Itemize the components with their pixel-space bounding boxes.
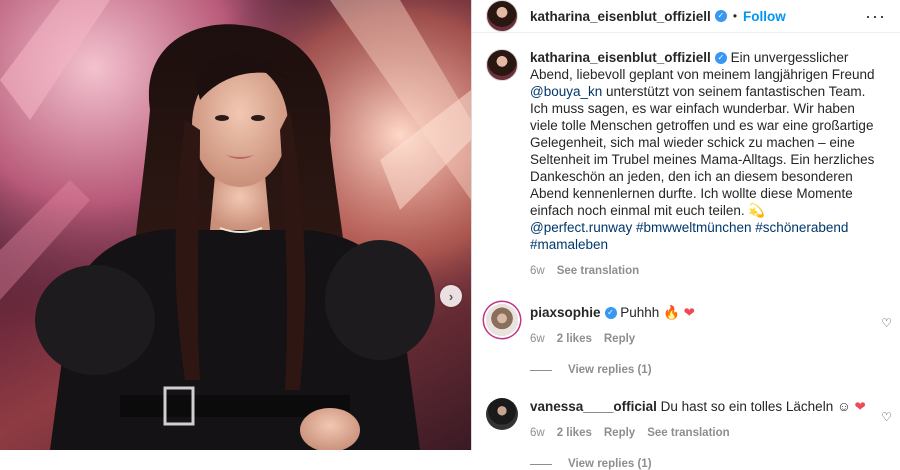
comment-likes[interactable]: 2 likes: [557, 425, 592, 442]
comment-row: piaxsophie ✓ Puhhh 🔥 ❤ 6w 2 likes Reply: [486, 304, 886, 348]
comment-item: ♡ piaxsophie ✓ Puhhh 🔥 ❤ 6w 2 likes Reply…: [472, 304, 900, 376]
caption-section: katharina_eisenblut_offiziell ✓ Ein unver…: [472, 33, 900, 280]
view-replies-button[interactable]: View replies (1): [530, 364, 886, 376]
comment-age: 6w: [530, 333, 545, 345]
commenter-avatar[interactable]: [486, 398, 518, 430]
like-comment-icon[interactable]: ♡: [881, 316, 892, 330]
follow-button[interactable]: Follow: [743, 9, 786, 24]
replies-divider-line: [530, 463, 552, 465]
comment-item: ♡ vanessa____official Du hast so ein tol…: [472, 398, 900, 470]
comment-meta: 6w 2 likes Reply See translation: [530, 425, 886, 442]
verified-badge-icon: ✓: [714, 52, 727, 65]
caption-username[interactable]: katharina_eisenblut_offiziell: [530, 50, 711, 65]
verified-badge-icon: ✓: [714, 10, 727, 22]
caption: katharina_eisenblut_offiziell ✓ Ein unver…: [486, 49, 886, 280]
comment-body: piaxsophie ✓ Puhhh 🔥 ❤ 6w 2 likes Reply: [530, 304, 886, 348]
more-options-icon[interactable]: ···: [865, 7, 886, 25]
comment-row: vanessa____official Du hast so ein tolle…: [486, 398, 886, 442]
post-photo[interactable]: ›: [0, 0, 471, 450]
reply-button[interactable]: Reply: [604, 425, 635, 442]
post-side-panel: katharina_eisenblut_offiziell ✓ • Follow…: [471, 0, 900, 470]
comment-likes[interactable]: 2 likes: [557, 331, 592, 348]
caption-age: 6w: [530, 265, 545, 277]
caption-author-avatar[interactable]: [486, 49, 518, 81]
see-translation-link[interactable]: See translation: [557, 263, 639, 280]
view-replies-label: View replies (1): [568, 364, 652, 376]
caption-meta: 6w See translation: [530, 263, 886, 280]
photo-illustration: [0, 0, 471, 450]
verified-badge-icon: ✓: [604, 307, 617, 320]
like-comment-icon[interactable]: ♡: [881, 410, 892, 424]
comment-text: Puhhh 🔥: [616, 305, 680, 320]
author-avatar[interactable]: [486, 0, 518, 32]
comment-meta: 6w 2 likes Reply: [530, 331, 886, 348]
comment-username[interactable]: vanessa____official: [530, 399, 657, 414]
heart-emoji-icon: ❤: [683, 305, 695, 320]
next-photo-button[interactable]: ›: [440, 285, 462, 307]
reply-button[interactable]: Reply: [604, 331, 635, 348]
author-username[interactable]: katharina_eisenblut_offiziell: [530, 9, 711, 24]
separator-dot: •: [732, 9, 738, 23]
comment-text: Du hast so ein tolles Lächeln ☺: [656, 399, 851, 414]
comment-username[interactable]: piaxsophie: [530, 305, 601, 320]
post-header: katharina_eisenblut_offiziell ✓ • Follow…: [472, 0, 900, 33]
commenter-avatar[interactable]: [486, 304, 518, 336]
comment-body: vanessa____official Du hast so ein tolle…: [530, 398, 886, 442]
caption-body: katharina_eisenblut_offiziell ✓ Ein unver…: [530, 49, 886, 280]
heart-emoji-icon: ❤: [854, 399, 866, 414]
view-replies-button[interactable]: View replies (1): [530, 458, 886, 470]
caption-text-part-2: unterstützt von seinem fantastischen Tea…: [530, 84, 875, 218]
view-replies-label: View replies (1): [568, 458, 652, 470]
caption-hashtags[interactable]: @perfect.runway #bmwweltmünchen #schöner…: [530, 219, 886, 253]
caption-mention-link[interactable]: @bouya_kn: [530, 84, 602, 99]
chevron-right-icon: ›: [448, 288, 454, 304]
comment-age: 6w: [530, 427, 545, 439]
instagram-post: › katharina_eisenblut_offiziell ✓ • Foll…: [0, 0, 900, 470]
see-translation-link[interactable]: See translation: [647, 425, 729, 442]
replies-divider-line: [530, 369, 552, 371]
